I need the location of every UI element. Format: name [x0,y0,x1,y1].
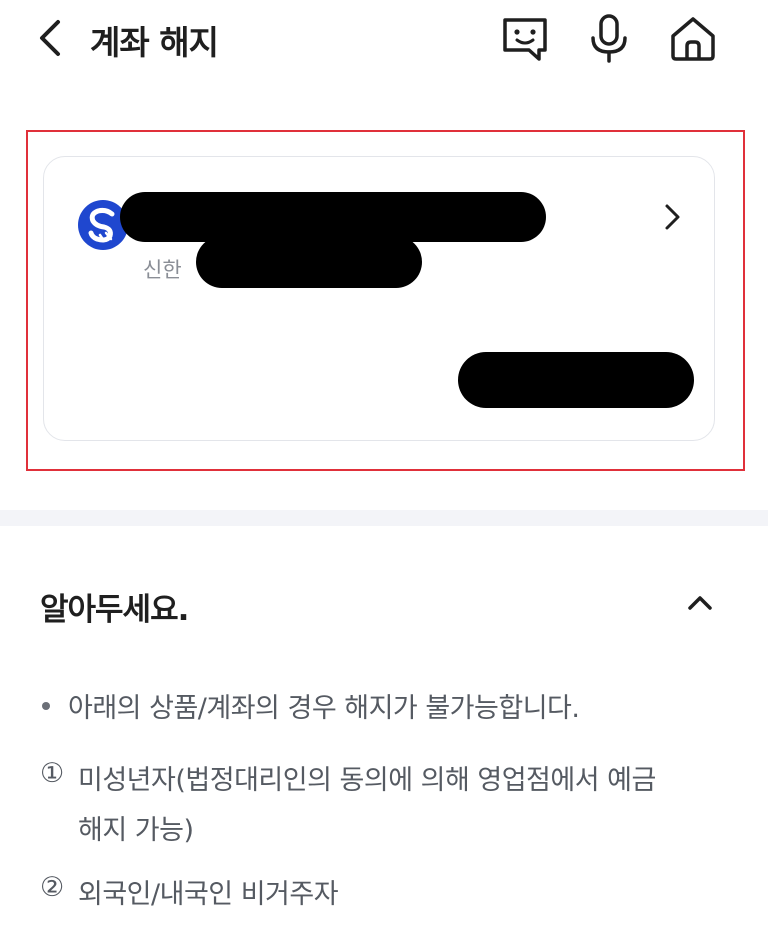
home-icon [671,17,715,61]
app-header: 계좌 해지 [0,0,768,80]
chevron-right-icon [665,204,680,230]
bullet-dot [42,702,50,710]
back-button[interactable] [32,14,72,62]
redacted-account-name [120,192,546,242]
mic-icon [591,14,627,63]
voice-button[interactable] [581,10,637,66]
notice-intro: 아래의 상품/계좌의 경우 해지가 불가능합니다. [68,693,580,724]
notice-item-marker: ① [40,758,65,789]
notice-title: 알아두세요. [40,592,189,628]
notice-item-text: 외국인/내국인 비거주자 [78,879,339,910]
redacted-balance [458,352,694,408]
redacted-account-number [196,236,422,288]
home-button[interactable] [665,10,721,66]
notice-item-text: 해지 가능) [78,815,194,846]
chevron-left-icon [40,20,60,56]
page-title: 계좌 해지 [90,23,219,62]
notice-item-text: 미성년자(법정대리인의 동의에 의해 영업점에서 예금 [78,765,656,796]
chevron-up-icon [688,596,712,610]
chat-icon [503,18,547,61]
chat-button[interactable] [497,10,553,66]
notice-item-marker: ② [40,872,65,903]
bank-name: 신한 [143,258,182,282]
collapse-button[interactable] [682,586,718,618]
section-divider [0,510,768,526]
